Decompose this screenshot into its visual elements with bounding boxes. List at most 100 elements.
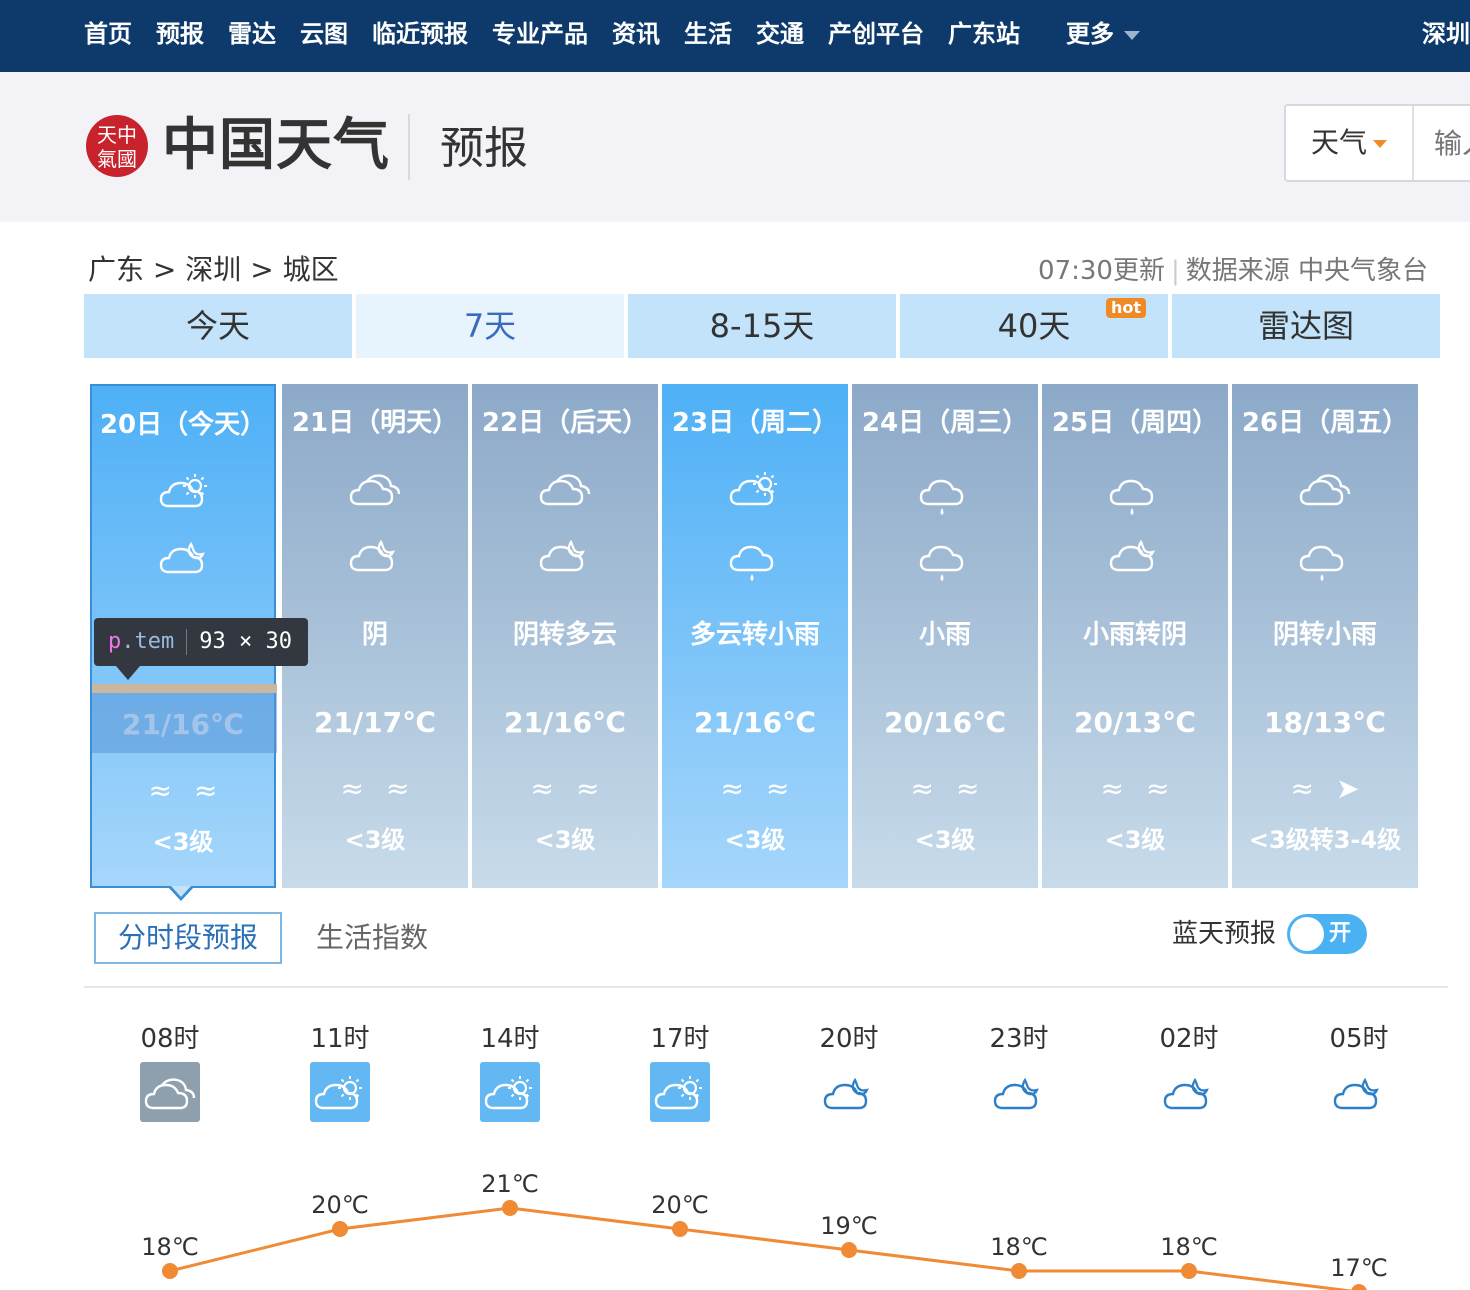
day-date: 20日（今天）: [99, 410, 267, 440]
nav-item-radar[interactable]: 雷达: [228, 0, 276, 72]
day-card[interactable]: 21日（明天） 阴 21/17℃ ≈≈ <3级: [282, 384, 468, 888]
logo-seal-icon[interactable]: 天中 氣國: [84, 112, 150, 180]
temperature-point: [841, 1242, 857, 1258]
hour-time-label: 17时: [650, 1024, 710, 1054]
tab-7days[interactable]: 7天: [356, 294, 624, 358]
tab-hourly-forecast[interactable]: 分时段预报: [94, 912, 282, 964]
section-divider: [84, 986, 1448, 988]
temperature-label: 21℃: [481, 1170, 539, 1198]
search-box: 天气: [1284, 104, 1470, 182]
day-temperature: 20/16℃: [883, 706, 1007, 739]
day-temperature: 21/17℃: [313, 706, 437, 739]
svg-text:氣國: 氣國: [97, 147, 137, 171]
day-weather-desc: 小雨转阴: [1082, 620, 1187, 650]
temperature-point: [1181, 1263, 1197, 1279]
day-weather-desc: 多云转小雨: [689, 620, 820, 650]
nav-item-guangdong[interactable]: 广东站: [948, 0, 1020, 72]
nav-item-products[interactable]: 专业产品: [492, 0, 588, 72]
wind-level: <3级: [534, 826, 596, 854]
hour-time-label: 08时: [140, 1024, 200, 1054]
temperature-label: 20℃: [651, 1191, 709, 1219]
day-date: 21日（明天）: [291, 408, 459, 438]
tab-8-15days[interactable]: 8-15天: [628, 294, 896, 358]
inspect-element-highlight: [92, 693, 277, 753]
tab-40days[interactable]: 40天 hot: [900, 294, 1168, 358]
tab-radar[interactable]: 雷达图: [1172, 294, 1440, 358]
day-weather-desc: 阴转多云: [512, 620, 617, 650]
partly-cloudy-day-icon: [650, 1062, 710, 1122]
overcast-icon: [535, 466, 595, 514]
temperature-point: [332, 1221, 348, 1237]
day-card[interactable]: 24日（周三） 小雨 20/16℃ ≈≈ <3级: [852, 384, 1038, 888]
breadcrumb-province[interactable]: 广东: [88, 253, 144, 286]
nav-item-news[interactable]: 资讯: [612, 0, 660, 72]
blue-sky-toggle[interactable]: 开: [1287, 914, 1367, 954]
overcast-icon: [140, 1062, 200, 1122]
wind-level: <3级转3-4级: [1248, 826, 1402, 854]
wind-level: <3级: [914, 826, 976, 854]
nav-item-traffic[interactable]: 交通: [756, 0, 804, 72]
light-rain-icon: [1295, 532, 1355, 581]
nav-item-platform[interactable]: 产创平台: [828, 0, 924, 72]
toggle-knob: [1290, 917, 1324, 951]
search-input[interactable]: [1422, 106, 1470, 180]
partly-cloudy-night-icon: [345, 532, 405, 580]
breadcrumb: 广东 > 深圳 > 城区: [88, 248, 339, 288]
nav-item-cloud[interactable]: 云图: [300, 0, 348, 72]
partly-cloudy-night-icon: [1105, 532, 1165, 580]
devtools-tooltip-arrow: [116, 666, 140, 680]
day-weather-desc: 阴: [361, 620, 388, 650]
devtools-inspect-tooltip: p.tem 93 × 30: [94, 618, 308, 666]
temperature-point: [1011, 1263, 1027, 1279]
day-date: 22日（后天）: [481, 408, 649, 438]
nav-more-label: 更多: [1066, 20, 1114, 48]
light-rain-icon: [725, 532, 785, 581]
hour-time-label: 02时: [1159, 1024, 1219, 1054]
overcast-icon: [345, 466, 405, 514]
wind-level: <3级: [1104, 826, 1166, 854]
partly-cloudy-night-icon: [535, 532, 595, 580]
tooltip-size: 93 × 30: [199, 629, 292, 654]
logo-divider: [408, 114, 410, 180]
day-card[interactable]: 26日（周五） 阴转小雨 18/13℃ ≈➤ <3级转3-4级: [1232, 384, 1418, 888]
tab-today[interactable]: 今天: [84, 294, 352, 358]
temperature-label: 17℃: [1330, 1254, 1388, 1282]
wind-level: <3级: [724, 826, 786, 854]
nav-city-switch[interactable]: 深圳: [1422, 0, 1470, 72]
temperature-label: 20℃: [311, 1191, 369, 1219]
partly-cloudy-day-icon: [480, 1062, 540, 1122]
temperature-label: 18℃: [1160, 1233, 1218, 1261]
nav-item-forecast[interactable]: 预报: [156, 0, 204, 72]
chevron-down-icon: [1124, 30, 1140, 40]
day-temperature: 21/16℃: [503, 706, 627, 739]
logo-text[interactable]: 中国天气: [162, 110, 390, 180]
nav-item-life[interactable]: 生活: [684, 0, 732, 72]
tab-label: 今天: [185, 307, 250, 345]
wind-direction-icon: ≈≈: [910, 772, 1002, 805]
tab-life-index[interactable]: 生活指数: [316, 914, 428, 962]
light-rain-icon: [915, 466, 975, 515]
wind-direction-icon: ≈➤: [1290, 772, 1382, 805]
temperature-label: 19℃: [820, 1212, 878, 1240]
search-type-select[interactable]: 天气: [1286, 106, 1414, 180]
top-nav-bar: 首页 预报 雷达 云图 临近预报 专业产品 资讯 生活 交通 产创平台 广东站 …: [0, 0, 1470, 72]
site-header: 天中 氣國 中国天气 预报 天气: [0, 72, 1470, 222]
nav-item-home[interactable]: 首页: [84, 0, 132, 72]
search-type-label: 天气: [1310, 126, 1367, 159]
day-card[interactable]: 25日（周四） 小雨转阴 20/13℃ ≈≈ <3级: [1042, 384, 1228, 888]
breadcrumb-city[interactable]: 深圳: [185, 253, 241, 286]
day-card[interactable]: 22日（后天） 阴转多云 21/16℃ ≈≈ <3级: [472, 384, 658, 888]
day-card[interactable]: 23日（周二） 多云转小雨 21/16℃ ≈≈ <3级: [662, 384, 848, 888]
hour-time-label: 11时: [310, 1024, 370, 1054]
partly-cloudy-night-icon: [1159, 1062, 1219, 1122]
nav-more-menu[interactable]: 更多: [1066, 0, 1140, 72]
tab-label: 雷达图: [1257, 307, 1354, 345]
day-temperature: 18/13℃: [1263, 706, 1387, 739]
nav-item-nowcast[interactable]: 临近预报: [372, 0, 468, 72]
wind-level: <3级: [152, 828, 214, 856]
section-title: 预报: [440, 123, 528, 174]
partly-cloudy-night-icon: [155, 534, 215, 582]
temperature-point: [162, 1263, 178, 1279]
partly-cloudy-day-icon: [725, 466, 785, 514]
temperature-label: 18℃: [990, 1233, 1048, 1261]
